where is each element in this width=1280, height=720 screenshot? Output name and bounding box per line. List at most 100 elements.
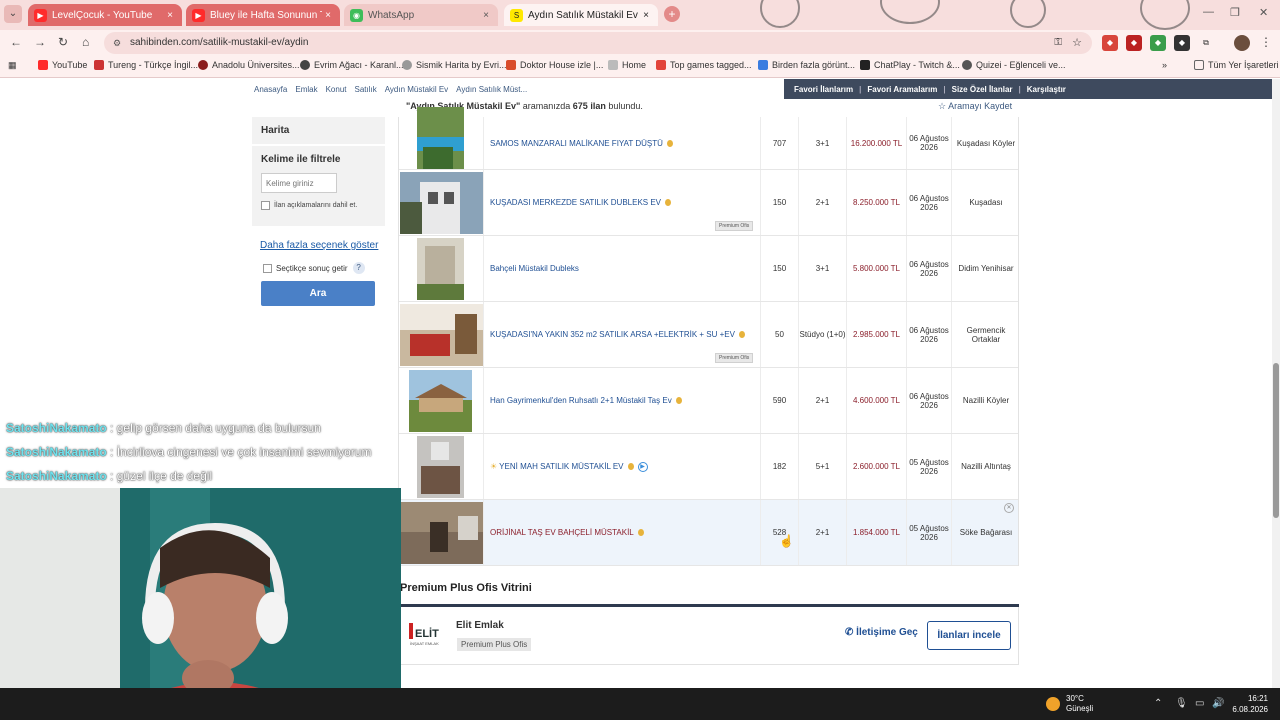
all-bookmarks[interactable]: Tüm Yer İşaretleri: [1194, 60, 1279, 70]
agent-name[interactable]: Elit Emlak: [456, 620, 504, 631]
tab-search-button[interactable]: ⌄: [4, 5, 22, 23]
more-options-link[interactable]: Daha fazla seçenek göster: [260, 240, 378, 251]
close-tab-icon[interactable]: ×: [480, 10, 492, 21]
minimize-icon[interactable]: —: [1203, 6, 1214, 18]
tab-youtube-1[interactable]: ▶ LevelÇocuk - YouTube ×: [28, 4, 182, 26]
favorite-searches-link[interactable]: Favori Aramalarım: [867, 85, 937, 94]
extension-icon[interactable]: ◆: [1102, 35, 1118, 51]
table-row[interactable]: KUŞADASI'NA YAKIN 352 m2 SATILIK ARSA +E…: [399, 302, 1018, 368]
tab-whatsapp[interactable]: ◉ WhatsApp ×: [344, 4, 498, 26]
listing-photo[interactable]: [417, 238, 464, 300]
maximize-icon[interactable]: ❐: [1230, 6, 1240, 19]
scrollbar-thumb[interactable]: [1273, 363, 1279, 518]
tab-youtube-2[interactable]: ▶ Bluey ile Hafta Sonunun Tadını ×: [186, 4, 340, 26]
checkbox[interactable]: [261, 201, 270, 210]
breadcrumb-item[interactable]: Aydın Satılık Müst...: [456, 85, 527, 94]
listing-photo[interactable]: [400, 304, 483, 366]
breadcrumb-item[interactable]: Satılık: [355, 85, 377, 94]
pin-icon: [637, 529, 644, 536]
close-tab-icon[interactable]: ×: [322, 10, 334, 21]
table-row[interactable]: SAMOS MANZARALI MALİKANE FIYAT DÜŞTÜ 707…: [399, 107, 1018, 170]
bookmark-doktor-house[interactable]: Doktor House izle |...: [506, 60, 603, 70]
bookmark-youtube[interactable]: YouTube: [38, 60, 87, 70]
extension-icon[interactable]: ◆: [1174, 35, 1190, 51]
listing-date: 05 Ağustos 2026: [906, 500, 951, 565]
volume-icon[interactable]: 🔊: [1212, 698, 1224, 709]
special-listings-link[interactable]: Size Özel İlanlar: [952, 85, 1013, 94]
breadcrumb-item[interactable]: Aydın Müstakil Ev: [385, 85, 448, 94]
listing-photo[interactable]: [400, 172, 483, 234]
listing-photo[interactable]: [417, 107, 464, 169]
checkbox[interactable]: [263, 263, 272, 273]
favorite-listings-link[interactable]: Favori İlanlarım: [794, 85, 853, 94]
listing-price: 4.600.000 TL: [846, 368, 906, 433]
back-icon[interactable]: ←: [10, 35, 22, 49]
table-row[interactable]: ORİJİNAL TAŞ EV BAHÇELİ MÜSTAKİL 528 2+1…: [399, 500, 1018, 566]
bookmark-evrim[interactable]: Evrim Ağacı - Karanl...: [300, 60, 404, 70]
microphone-icon[interactable]: 🎙: [1175, 698, 1188, 709]
sun-icon: [1046, 697, 1060, 711]
close-tab-icon[interactable]: ×: [640, 10, 652, 21]
home-icon[interactable]: ⌂: [82, 35, 89, 49]
keyword-input[interactable]: [261, 173, 337, 193]
close-icon[interactable]: ✕: [1004, 503, 1014, 513]
search-button[interactable]: Ara: [261, 281, 375, 306]
include-descriptions-option[interactable]: İlan açıklamalarını dahil et.: [261, 201, 376, 210]
bookmarks-overflow[interactable]: »: [1162, 60, 1167, 70]
bookmark-sismik[interactable]: Sismik Harita by Evri...: [402, 60, 507, 70]
reload-icon[interactable]: ↻: [58, 35, 68, 49]
chevron-up-icon[interactable]: ⌃: [1154, 698, 1162, 709]
table-row[interactable]: Han Gayrimenkul'den Ruhsatlı 2+1 Müstaki…: [399, 368, 1018, 434]
bookmark-top-games[interactable]: Top games tagged...: [656, 60, 752, 70]
bookmark-anadolu[interactable]: Anadolu Üniversites...: [198, 60, 300, 70]
bookmark-birden-fazla[interactable]: Birden fazla görünt...: [758, 60, 855, 70]
table-row[interactable]: KUŞADASI MERKEZDE SATILIK DUBLEKS EV Pre…: [399, 170, 1018, 236]
forward-icon[interactable]: →: [34, 35, 46, 49]
listing-m2: 182: [760, 434, 798, 499]
listing-title[interactable]: ORİJİNAL TAŞ EV BAHÇELİ MÜSTAKİL: [483, 500, 760, 565]
network-icon[interactable]: ▭: [1195, 698, 1204, 709]
listing-title[interactable]: Han Gayrimenkul'den Ruhsatlı 2+1 Müstaki…: [483, 368, 760, 433]
breadcrumb-item[interactable]: Emlak: [295, 85, 317, 94]
tab-sahibinden[interactable]: S Aydın Satılık Müstakil Ev Fiyatl ×: [504, 4, 658, 26]
contact-button[interactable]: ✆ İletişime Geç: [845, 627, 918, 638]
page-scrollbar[interactable]: [1272, 79, 1280, 688]
bookmark-tureng[interactable]: Tureng - Türkçe İngil...: [94, 60, 198, 70]
view-listings-button[interactable]: İlanları incele: [927, 621, 1011, 650]
compare-link[interactable]: Karşılaştır: [1027, 85, 1066, 94]
close-window-icon[interactable]: ✕: [1259, 6, 1268, 19]
map-filter[interactable]: Harita: [252, 117, 385, 144]
listing-title[interactable]: ☀ YENİ MAH SATILIK MÜSTAKİL EV ▶: [483, 434, 760, 499]
bookmark-home[interactable]: Home: [608, 60, 646, 70]
listing-photo[interactable]: [417, 436, 464, 498]
help-icon[interactable]: ?: [352, 262, 365, 274]
avatar[interactable]: [1234, 35, 1250, 51]
site-info-icon[interactable]: ⚙: [113, 32, 121, 54]
menu-icon[interactable]: ⋮: [1260, 35, 1272, 49]
table-row[interactable]: Bahçeli Müstakil Dubleks 150 3+1 5.800.0…: [399, 236, 1018, 302]
listing-photo[interactable]: [400, 502, 483, 564]
puzzle-icon[interactable]: ⧉: [1198, 35, 1214, 51]
elit-emlak-logo[interactable]: ELİT İNŞAAT EMLAK: [409, 623, 441, 647]
auto-results-option[interactable]: Seçtikçe sonuç getir ?: [263, 262, 365, 274]
extension-icon[interactable]: ◆: [1150, 35, 1166, 51]
bookmark-quizei[interactable]: Quizei - Eğlenceli ve...: [962, 60, 1066, 70]
close-tab-icon[interactable]: ×: [164, 10, 176, 21]
apps-icon[interactable]: ▦: [8, 60, 17, 71]
table-row[interactable]: ☀ YENİ MAH SATILIK MÜSTAKİL EV ▶ 182 5+1 2…: [399, 434, 1018, 500]
video-icon[interactable]: ▶: [637, 461, 648, 472]
bookmark-star-icon[interactable]: ☆: [1072, 32, 1082, 54]
listing-title[interactable]: Bahçeli Müstakil Dubleks: [483, 236, 760, 301]
new-tab-button[interactable]: +: [664, 6, 680, 22]
weather-widget[interactable]: 30°C Güneşli: [1046, 694, 1093, 714]
listing-title[interactable]: SAMOS MANZARALI MALİKANE FIYAT DÜŞTÜ: [483, 117, 760, 169]
clock[interactable]: 16:21 6.08.2026: [1232, 693, 1268, 715]
extension-icon[interactable]: ◆: [1126, 35, 1142, 51]
bookmark-chatplay[interactable]: ChatPlay - Twitch &...: [860, 60, 960, 70]
listing-photo[interactable]: [409, 370, 472, 432]
url-field[interactable]: ⚙ sahibinden.com/satilik-mustakil-ev/ayd…: [104, 32, 1092, 54]
breadcrumb-item[interactable]: Konut: [326, 85, 347, 94]
breadcrumb-item[interactable]: Anasayfa: [254, 85, 287, 94]
key-icon[interactable]: ⚿: [1054, 32, 1062, 54]
save-search-link[interactable]: ☆ Aramayı Kaydet: [938, 101, 1012, 112]
